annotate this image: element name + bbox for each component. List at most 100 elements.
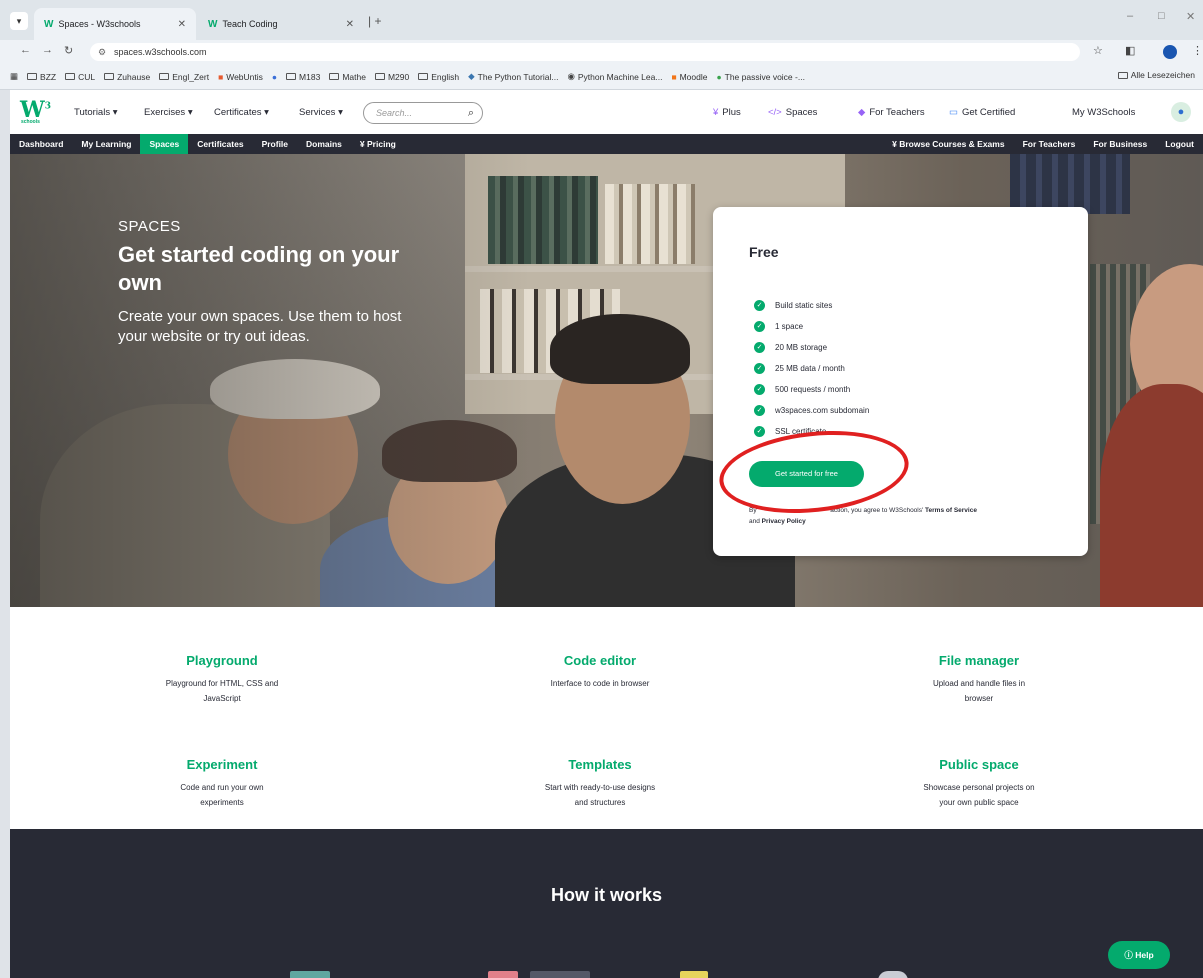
subnav-logout[interactable]: Logout [1156, 134, 1203, 154]
bookmark[interactable]: ● The passive voice -... [716, 72, 804, 82]
all-bookmarks[interactable]: Alle Lesezeichen [1117, 70, 1195, 80]
terms-of-service-link[interactable]: Terms of Service [925, 507, 977, 514]
step-icon [290, 971, 330, 978]
bookmark[interactable]: CUL [65, 72, 95, 82]
feature-templates: Templates Start with ready-to-use design… [544, 757, 656, 807]
reload-icon[interactable]: ↻ [64, 44, 73, 57]
plan-feature: ✓ 25 MB data / month [754, 358, 869, 379]
bookmark[interactable]: Mathe [329, 72, 366, 82]
bookmark[interactable]: ◉ Python Machine Lea... [567, 71, 662, 82]
privacy-policy-link[interactable]: Privacy Policy [762, 518, 806, 525]
bookmark[interactable]: English [418, 72, 459, 82]
subnav-for-teachers[interactable]: For Teachers [1014, 134, 1085, 154]
tab-spaces[interactable]: W Spaces - W3schools ✕ [34, 8, 196, 40]
folder-icon [65, 73, 76, 80]
minimize-icon[interactable]: – [1127, 10, 1133, 22]
nav-certificates[interactable]: Certificates ▾ [214, 107, 269, 118]
nav-plus[interactable]: ¥ Plus [713, 107, 741, 118]
moodle-icon: ■ [671, 71, 677, 82]
feature-code-editor: Code editor Interface to code in browser [550, 653, 650, 688]
step-icon [488, 971, 518, 978]
bookmark[interactable]: M290 [374, 72, 409, 82]
subnav-for-business[interactable]: For Business [1084, 134, 1156, 154]
plan-feature-list: ✓ Build static sites ✓ 1 space ✓ 20 MB stor… [754, 295, 869, 442]
new-tab-icon[interactable]: | + [368, 14, 381, 28]
profile-avatar[interactable] [1163, 45, 1177, 59]
step-icon [530, 971, 590, 978]
bookmark[interactable]: BZZ [27, 72, 56, 82]
menu-icon[interactable]: ⋮ [1192, 44, 1203, 57]
bookmark[interactable]: ● [272, 72, 277, 82]
subnav-pricing[interactable]: ¥ Pricing [351, 134, 405, 154]
bookmark[interactable]: ◆ The Python Tutorial... [468, 71, 558, 82]
how-it-works-title: How it works [550, 885, 662, 905]
subnav-spaces[interactable]: Spaces [140, 134, 189, 154]
folder-icon [374, 73, 385, 80]
folder-icon [1117, 71, 1128, 79]
nav-my-w3schools[interactable]: My W3Schools [1072, 107, 1135, 118]
apps-icon[interactable]: ▦ [10, 71, 18, 82]
hero-title: Get started coding on your own [118, 242, 400, 295]
bookmarks-bar: ▦ BZZ CUL Zuhause Engl_Zert ■ WebUntis ● … [0, 64, 1203, 90]
subnav-certificates[interactable]: Certificates [188, 134, 252, 154]
bookmark[interactable]: Zuhause [104, 72, 150, 82]
bookmark[interactable]: ■ Moodle [671, 72, 707, 82]
feature-file-manager: File manager Upload and handle files in … [932, 653, 1026, 703]
subnav-browse-courses[interactable]: ¥ Browse Courses & Exams [883, 134, 1013, 154]
feature-public-space: Public space Showcase personal projects … [923, 757, 1035, 807]
code-icon: </> [768, 107, 782, 118]
w3schools-logo[interactable]: W3 schools [20, 97, 51, 125]
user-icon[interactable]: ● [1171, 102, 1191, 122]
url-input[interactable]: ⚙ spaces.w3schools.com [90, 43, 1080, 61]
nav-get-certified[interactable]: ▭ Get Certified [949, 107, 1015, 118]
subnav-domains[interactable]: Domains [297, 134, 351, 154]
nav-tutorials[interactable]: Tutorials ▾ [74, 107, 117, 118]
extensions-icon[interactable]: ◧ [1125, 44, 1135, 57]
check-icon: ✓ [754, 321, 765, 332]
step-icon [878, 971, 908, 978]
subnav-profile[interactable]: Profile [253, 134, 297, 154]
plan-feature: ✓ Build static sites [754, 295, 869, 316]
forward-icon[interactable]: → [42, 44, 53, 56]
folder-icon [104, 73, 115, 80]
close-window-icon[interactable]: ✕ [1186, 10, 1195, 23]
folder-icon [329, 73, 340, 80]
nav-for-teachers[interactable]: ◆ For Teachers [858, 107, 925, 118]
nav-services[interactable]: Services ▾ [299, 107, 343, 118]
search-icon[interactable]: ⌕ [468, 103, 474, 123]
top-navigation: W3 schools Tutorials ▾ Exercises ▾ Certi… [10, 90, 1203, 134]
address-bar: ← → ↻ ⚙ spaces.w3schools.com ☆ ◧ ⋮ [0, 40, 1203, 64]
hero-section: SPACES Get started coding on your own Cr… [10, 154, 1203, 607]
certificate-icon: ▭ [949, 107, 958, 118]
close-icon[interactable]: ✕ [178, 19, 186, 30]
search-app-icon: ● [271, 71, 278, 82]
bookmark[interactable]: ■ WebUntis [218, 72, 263, 82]
features-grid: Playground Playground for HTML, CSS and … [10, 607, 1203, 860]
help-button[interactable]: ⓘ Help [1108, 941, 1170, 969]
w3schools-favicon-icon: W [208, 18, 218, 30]
plan-feature: ✓ w3spaces.com subdomain [754, 400, 869, 421]
maximize-icon[interactable]: □ [1158, 10, 1165, 22]
webuntis-icon: ■ [218, 71, 224, 82]
tab-search-icon[interactable]: ▾ [10, 12, 28, 30]
site-info-icon[interactable]: ⚙ [98, 43, 106, 61]
plan-feature: ✓ 1 space [754, 316, 869, 337]
w3schools-favicon-icon: W [44, 18, 54, 30]
search-input[interactable]: Search... ⌕ [363, 102, 483, 124]
tab-label: Teach Coding [222, 19, 278, 29]
bookmark[interactable]: M183 [286, 72, 320, 82]
close-icon[interactable]: ✕ [346, 19, 354, 30]
star-icon[interactable]: ☆ [1093, 44, 1103, 57]
pricing-icon: ¥ [359, 139, 368, 149]
check-icon: ✓ [754, 363, 765, 374]
back-icon[interactable]: ← [20, 44, 31, 56]
subnav-my-learning[interactable]: My Learning [72, 134, 140, 154]
nav-exercises[interactable]: Exercises ▾ [144, 107, 193, 118]
tab-teach-coding[interactable]: W Teach Coding ✕ [198, 8, 364, 40]
check-icon: ✓ [754, 300, 765, 311]
nav-spaces[interactable]: </> Spaces [768, 107, 817, 118]
person-figure [1100, 384, 1203, 607]
bookmark[interactable]: Engl_Zert [159, 72, 209, 82]
feature-experiment: Experiment Code and run your own experim… [180, 757, 264, 807]
subnav-dashboard[interactable]: Dashboard [10, 134, 72, 154]
